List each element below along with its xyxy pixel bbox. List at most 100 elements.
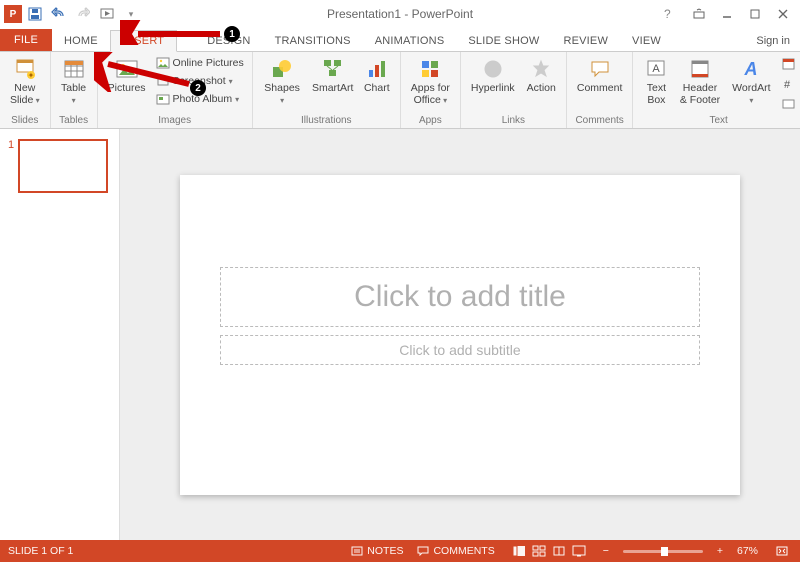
svg-text:#: #	[784, 79, 791, 90]
slide-canvas[interactable]: Click to add title Click to add subtitle	[120, 129, 800, 540]
hyperlink-icon	[480, 56, 506, 82]
group-slides-label: Slides	[11, 114, 38, 127]
group-comments: Comment Comments	[567, 52, 634, 128]
group-images: Pictures Online Pictures Screenshot Phot…	[98, 52, 253, 128]
slide-sorter-view-button[interactable]	[529, 544, 549, 558]
photo-album-icon	[156, 92, 170, 106]
minimize-button[interactable]	[714, 4, 740, 24]
table-label: Table	[61, 83, 87, 106]
smartart-icon	[320, 56, 346, 82]
chart-button[interactable]: Chart	[360, 54, 394, 95]
status-bar: SLIDE 1 OF 1 NOTES COMMENTS − + 67%	[0, 540, 800, 562]
new-slide-icon: ✦	[12, 56, 38, 82]
comments-icon	[417, 546, 429, 556]
group-tables: Table Tables	[51, 52, 98, 128]
title-bar: P ▾ Presentation1 - PowerPoint ?	[0, 0, 800, 28]
notes-button[interactable]: NOTES	[351, 545, 403, 557]
apps-icon	[417, 56, 443, 82]
wordart-icon: A	[738, 56, 764, 82]
comments-button[interactable]: COMMENTS	[417, 545, 494, 557]
zoom-slider-knob[interactable]	[661, 547, 668, 556]
fit-to-window-button[interactable]	[772, 544, 792, 558]
tab-transitions[interactable]: TRANSITIONS	[263, 31, 363, 51]
group-apps: Apps for Office Apps	[401, 52, 461, 128]
start-slideshow-button[interactable]	[96, 3, 118, 25]
ribbon: ✦ New Slide Slides Table Tables Pictures…	[0, 51, 800, 129]
group-illustrations: Shapes SmartArt Chart Illustrations	[253, 52, 401, 128]
slideshow-view-button[interactable]	[569, 544, 589, 558]
smartart-button[interactable]: SmartArt	[309, 54, 355, 95]
group-images-label: Images	[158, 114, 191, 127]
customize-qat-button[interactable]: ▾	[120, 3, 142, 25]
redo-button[interactable]	[72, 3, 94, 25]
title-placeholder[interactable]: Click to add title	[220, 267, 700, 327]
help-button[interactable]: ?	[664, 7, 684, 21]
group-comments-label: Comments	[575, 114, 623, 127]
slide[interactable]: Click to add title Click to add subtitle	[180, 175, 740, 495]
action-button[interactable]: Action	[523, 54, 560, 95]
shapes-icon	[269, 56, 295, 82]
slide-thumbnail-1[interactable]	[18, 139, 108, 193]
ribbon-options-button[interactable]	[686, 4, 712, 24]
sign-in-link[interactable]: Sign in	[746, 31, 800, 51]
new-slide-button[interactable]: ✦ New Slide	[6, 54, 44, 106]
tab-file[interactable]: FILE	[0, 29, 52, 51]
normal-view-button[interactable]	[509, 544, 529, 558]
table-button[interactable]: Table	[57, 54, 91, 106]
tab-home[interactable]: HOME	[52, 31, 110, 51]
group-text-label: Text	[710, 114, 728, 127]
hyperlink-button[interactable]: Hyperlink	[467, 54, 519, 95]
slide-counter[interactable]: SLIDE 1 OF 1	[8, 545, 73, 557]
pictures-icon	[114, 56, 140, 82]
apps-for-office-button[interactable]: Apps for Office	[407, 54, 454, 106]
zoom-in-button[interactable]: +	[717, 545, 723, 557]
pictures-button[interactable]: Pictures	[104, 54, 150, 95]
powerpoint-logo-icon: P	[4, 5, 22, 23]
tab-insert[interactable]: INSERT	[110, 30, 177, 52]
group-tables-label: Tables	[59, 114, 88, 127]
slide-thumbnail-pane[interactable]: 1	[0, 129, 120, 540]
pictures-label: Pictures	[108, 83, 146, 95]
quick-access-toolbar: P ▾	[0, 3, 142, 25]
date-time-button[interactable]	[780, 54, 798, 72]
notes-icon	[351, 546, 363, 556]
tab-design[interactable]: DESIGN	[177, 31, 262, 51]
online-pictures-button[interactable]: Online Pictures	[154, 54, 246, 72]
subtitle-placeholder[interactable]: Click to add subtitle	[220, 335, 700, 365]
undo-button[interactable]	[48, 3, 70, 25]
zoom-out-button[interactable]: −	[603, 545, 609, 557]
online-pictures-label: Online Pictures	[173, 57, 244, 69]
group-text: AText Box Header & Footer AWordArt # Tex…	[633, 52, 800, 128]
maximize-button[interactable]	[742, 4, 768, 24]
group-slides: ✦ New Slide Slides	[0, 52, 51, 128]
zoom-slider[interactable]	[623, 550, 703, 553]
textbox-button[interactable]: AText Box	[639, 54, 673, 106]
tab-slideshow[interactable]: SLIDE SHOW	[456, 31, 551, 51]
object-icon	[782, 96, 796, 110]
thumb-number: 1	[8, 139, 14, 193]
group-links-label: Links	[502, 114, 525, 127]
wordart-button[interactable]: AWordArt	[727, 54, 776, 106]
close-button[interactable]	[770, 4, 796, 24]
reading-view-button[interactable]	[549, 544, 569, 558]
group-illustrations-label: Illustrations	[301, 114, 352, 127]
slide-number-icon: #	[782, 76, 796, 90]
header-footer-button[interactable]: Header & Footer	[677, 54, 722, 106]
comment-icon	[587, 56, 613, 82]
save-button[interactable]	[24, 3, 46, 25]
group-links: Hyperlink Action Links	[461, 52, 567, 128]
zoom-level[interactable]: 67%	[737, 545, 758, 557]
new-slide-label: New Slide	[10, 83, 40, 106]
action-icon	[528, 56, 554, 82]
slide-number-button[interactable]: #	[780, 74, 798, 92]
shapes-button[interactable]: Shapes	[259, 54, 306, 106]
annotation-badge-2: 2	[190, 80, 206, 96]
comment-button[interactable]: Comment	[573, 54, 627, 95]
tab-animations[interactable]: ANIMATIONS	[363, 31, 457, 51]
tab-view[interactable]: VIEW	[620, 31, 673, 51]
photo-album-label: Photo Album	[173, 93, 233, 105]
screenshot-icon	[156, 74, 170, 88]
object-button[interactable]	[780, 94, 798, 112]
table-icon	[61, 56, 87, 82]
tab-review[interactable]: REVIEW	[551, 31, 620, 51]
